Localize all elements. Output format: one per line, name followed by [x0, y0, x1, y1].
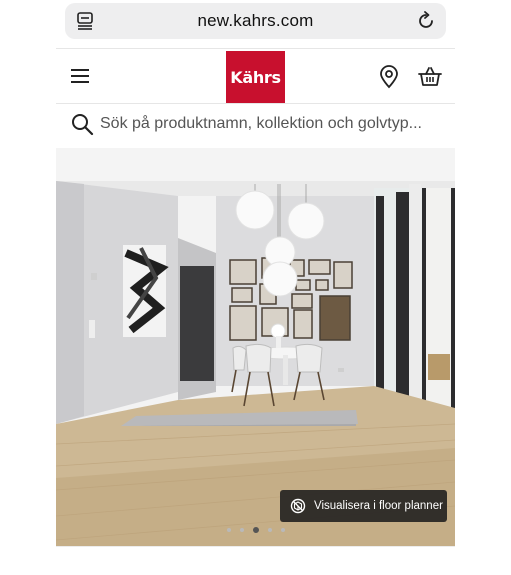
- shopping-basket-icon[interactable]: [418, 65, 442, 87]
- reload-icon[interactable]: [415, 10, 437, 32]
- browser-url-bar[interactable]: new.kahrs.com: [65, 3, 446, 39]
- floor-planner-button[interactable]: Visualisera i floor planner: [280, 490, 447, 522]
- carousel-dot[interactable]: [226, 528, 231, 532]
- carousel-dot[interactable]: [267, 528, 272, 532]
- hero-room-image: [56, 148, 455, 546]
- search-input[interactable]: [100, 110, 445, 138]
- search-icon[interactable]: [70, 112, 94, 136]
- content-below-fold: [56, 546, 455, 575]
- mobile-viewport: new.kahrs.com Kährs Sök på produktnamn, …: [56, 0, 455, 575]
- kahrs-logo[interactable]: Kährs: [226, 51, 285, 103]
- carousel-dot[interactable]: [280, 528, 285, 532]
- hamburger-menu-icon[interactable]: [70, 67, 90, 85]
- product-search: [56, 104, 455, 144]
- carousel-dot[interactable]: [239, 528, 244, 532]
- carousel-dot-active[interactable]: [252, 527, 259, 533]
- logo-text: Kährs: [230, 67, 281, 87]
- map-pin-icon[interactable]: [378, 65, 400, 89]
- floor-planner-label: Visualisera i floor planner: [314, 500, 443, 512]
- carousel-pagination: [56, 527, 455, 533]
- site-header: Kährs: [56, 48, 455, 104]
- url-text[interactable]: new.kahrs.com: [65, 11, 446, 31]
- floor-planner-icon: [290, 498, 306, 514]
- hero-carousel[interactable]: Visualisera i floor planner: [56, 148, 455, 546]
